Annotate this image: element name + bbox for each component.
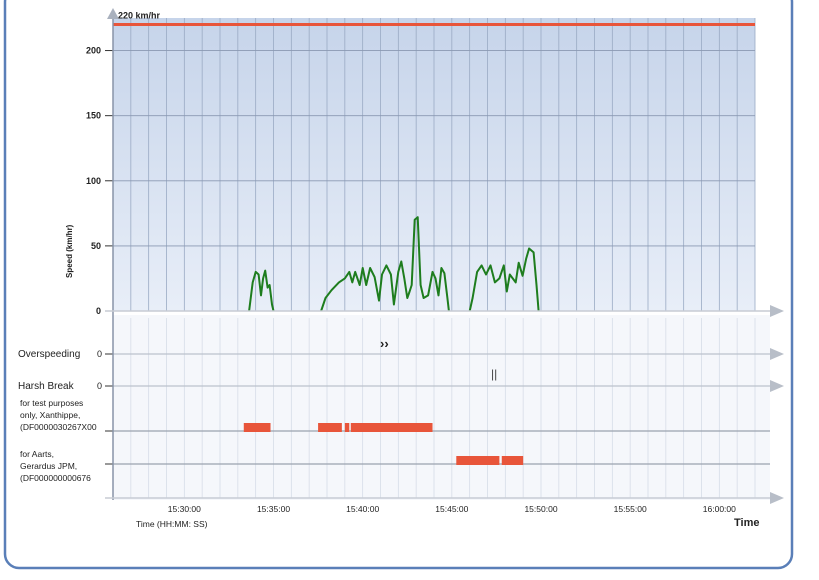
x-tick-label: 16:00:00 — [703, 504, 736, 514]
x-axis-label: Time (HH:MM: SS) — [136, 519, 208, 529]
gantt-row-label-line: for Aarts, — [20, 449, 54, 459]
x-tick-label: 15:50:00 — [524, 504, 557, 514]
x-tick-label: 15:45:00 — [435, 504, 468, 514]
x-tick-label: 15:55:00 — [614, 504, 647, 514]
vehicle-report-panel: 220 km/hr Overspeeding 0 Harsh Break 0 ›› || … — [0, 0, 819, 575]
gantt-bar — [344, 423, 350, 432]
x-tick-label: 15:40:00 — [346, 504, 379, 514]
speed-and-events-chart: 220 km/hr Overspeeding 0Harsh Break 0››|| … — [3, 0, 794, 570]
x-tick-label: 15:30:00 — [168, 504, 201, 514]
gantt-row-label-line: Gerardus JPM, — [20, 461, 77, 471]
y-axis-label: Speed (km/hr) — [65, 224, 74, 278]
y-tick-label: 50 — [91, 241, 101, 251]
speed-limit-label: 220 km/hr — [118, 11, 161, 21]
time-corner-label: Time — [734, 517, 759, 529]
y-tick-label: 0 — [96, 306, 101, 316]
event-row-label: Harsh Break — [18, 381, 75, 392]
gantt-bar — [456, 456, 500, 465]
gantt-row-label-line: only, Xanthippe, — [20, 410, 80, 420]
gantt-bar — [318, 423, 342, 432]
gantt-row-label-line: for test purposes — [20, 398, 83, 408]
y-tick-label: 150 — [86, 111, 101, 121]
x-tick-label: 15:35:00 — [257, 504, 290, 514]
overspeeding-marker: ›› — [380, 336, 389, 351]
event-row-label: Overspeeding — [18, 349, 80, 360]
y-tick-label: 200 — [86, 46, 101, 56]
gantt-bar — [501, 456, 524, 465]
event-row-zero: 0 — [97, 349, 102, 359]
gantt-bar — [350, 423, 433, 432]
timeline-area — [113, 315, 770, 500]
event-row-zero: 0 — [97, 381, 102, 391]
gantt-row-label-line: (DF0000030267X00 — [20, 422, 97, 432]
y-tick-label: 100 — [86, 176, 101, 186]
harsh-break-marker: || — [491, 367, 497, 381]
gantt-row-label-line: (DF000000000676 — [20, 473, 91, 483]
gantt-bar — [243, 423, 271, 432]
